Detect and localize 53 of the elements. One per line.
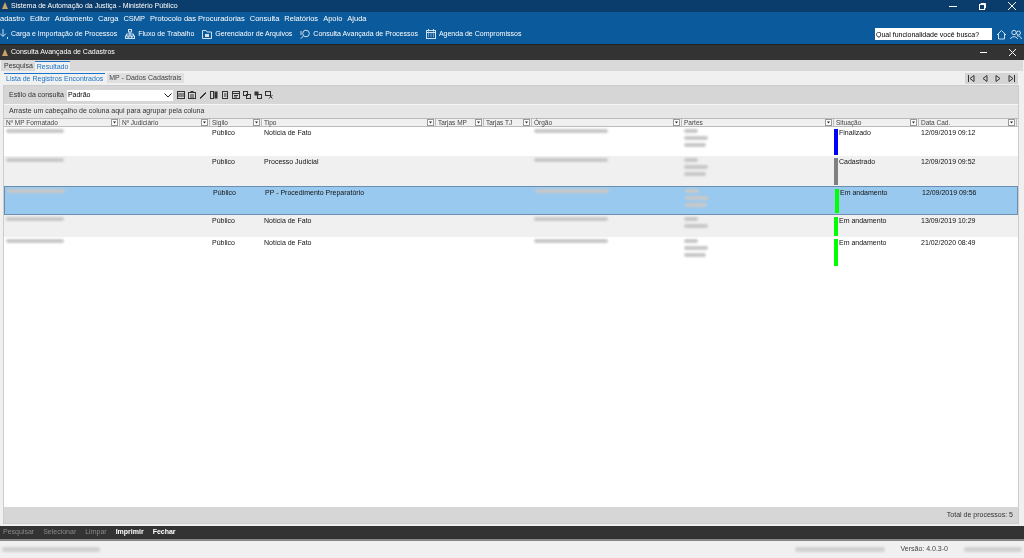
blurred-text — [684, 224, 708, 228]
filter-dropdown-icon[interactable] — [673, 119, 680, 126]
last-page-icon[interactable] — [1008, 74, 1015, 82]
blurred-text — [684, 253, 706, 257]
filter-dropdown-icon[interactable] — [111, 119, 118, 126]
folder-icon — [202, 29, 213, 39]
filter-dropdown-icon[interactable] — [1008, 119, 1015, 126]
blurred-text — [6, 239, 64, 243]
blurred-text — [684, 239, 698, 243]
filter-dropdown-icon[interactable] — [825, 119, 832, 126]
columns-icon[interactable] — [209, 91, 218, 99]
filter-dropdown-icon[interactable] — [427, 119, 434, 126]
blurred-text — [684, 129, 698, 133]
pencil-icon[interactable] — [198, 91, 207, 99]
search-icon — [300, 29, 311, 39]
chevron-icon — [163, 92, 172, 98]
table-icon[interactable] — [253, 91, 262, 99]
filter-dropdown-icon[interactable] — [523, 119, 530, 126]
home-icon[interactable] — [996, 28, 1007, 40]
blurred-text — [684, 143, 706, 147]
app-icon — [1, 48, 9, 57]
blurred-text — [685, 189, 699, 193]
next-icon[interactable] — [995, 74, 1001, 82]
filter-dropdown-icon[interactable] — [201, 119, 208, 126]
filter-dropdown-icon[interactable] — [475, 119, 482, 126]
blurred-text — [964, 547, 1022, 552]
first-page-icon[interactable] — [968, 74, 975, 82]
blurred-text — [685, 203, 707, 207]
restore-icon[interactable] — [979, 2, 986, 10]
blurred-text — [684, 136, 708, 140]
layout-icon[interactable] — [176, 91, 185, 99]
blurred-text — [685, 196, 709, 200]
previous-icon[interactable] — [982, 74, 988, 82]
blurred-text — [6, 129, 64, 133]
blurred-text — [6, 217, 64, 221]
flowchart-icon — [125, 29, 136, 39]
app-icon — [1, 2, 9, 10]
close-icon[interactable] — [1008, 2, 1016, 10]
clipboard-icon[interactable] — [187, 91, 196, 99]
users-icon[interactable] — [1010, 28, 1022, 40]
blurred-text — [684, 246, 708, 250]
calendar-icon — [425, 29, 436, 39]
filter-dropdown-icon[interactable] — [253, 119, 260, 126]
download-icon — [0, 29, 8, 39]
filter-dropdown-icon[interactable] — [910, 119, 917, 126]
table-icon[interactable] — [242, 91, 251, 99]
window-icon[interactable] — [231, 91, 240, 99]
minimize-icon[interactable] — [949, 5, 957, 7]
blurred-text — [7, 189, 65, 193]
table-icon[interactable] — [264, 91, 273, 99]
blurred-text — [6, 158, 64, 162]
document-icon[interactable] — [220, 91, 229, 99]
close-icon[interactable] — [1009, 49, 1016, 56]
